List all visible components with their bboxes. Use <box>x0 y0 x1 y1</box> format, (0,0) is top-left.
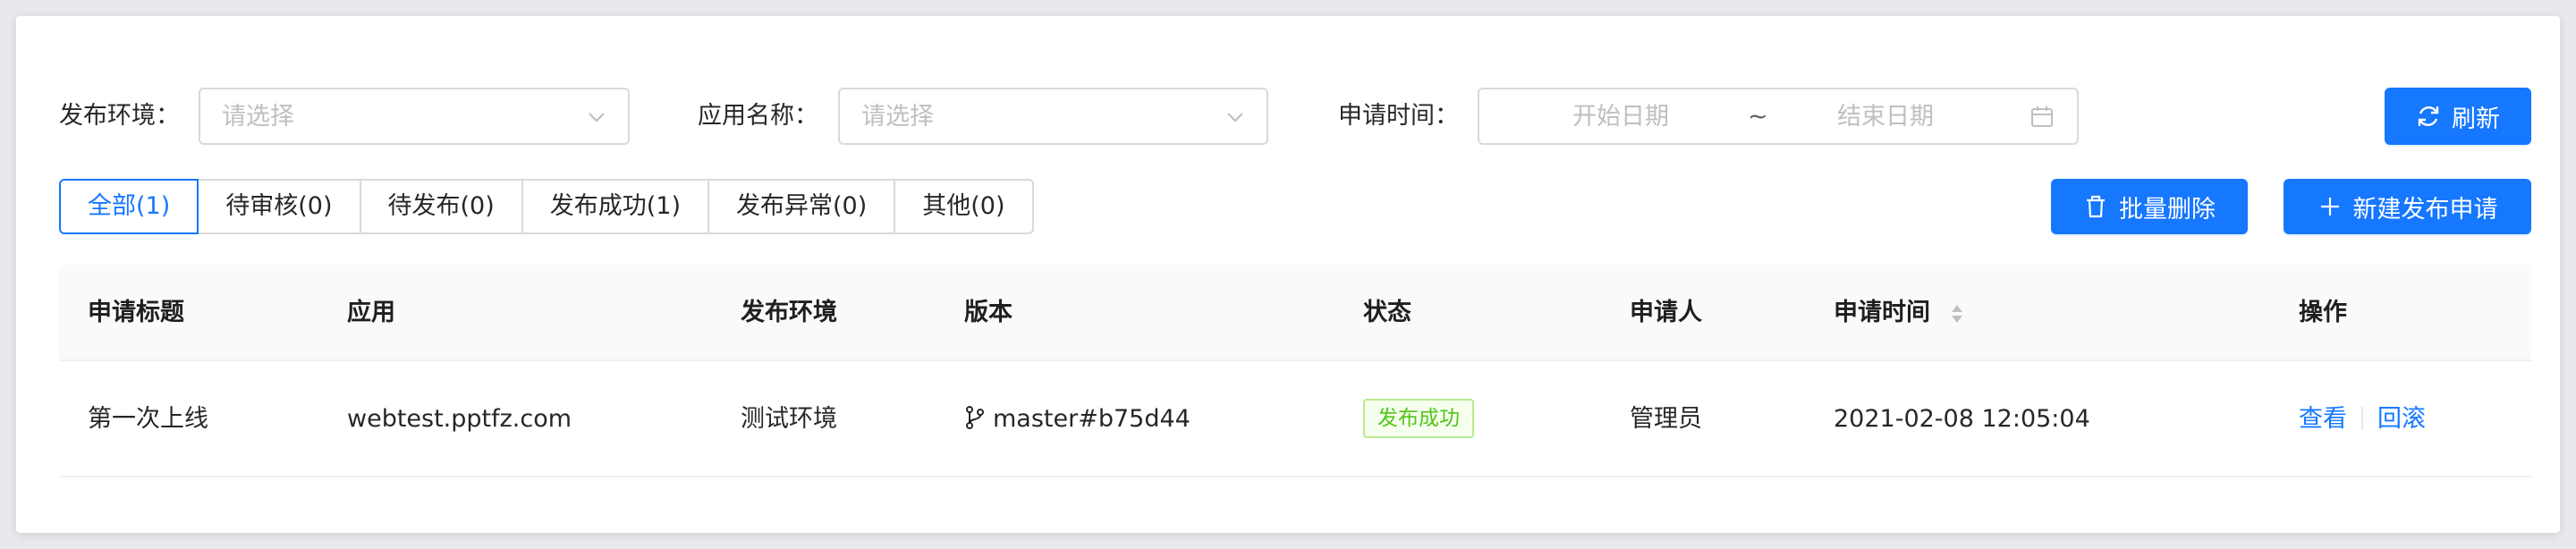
refresh-button[interactable]: 刷新 <box>2385 88 2531 145</box>
cell-applicant: 管理员 <box>1630 405 1702 433</box>
env-filter-label: 发布环境： <box>59 102 180 130</box>
cell-env: 测试环境 <box>741 405 837 433</box>
range-separator: ~ <box>1748 103 1768 131</box>
status-badge: 发布成功 <box>1363 399 1474 438</box>
cell-version-text: master#b75d44 <box>993 405 1191 433</box>
new-request-button[interactable]: 新建发布申请 <box>2284 179 2531 234</box>
rollback-link[interactable]: 回滚 <box>2377 405 2426 433</box>
refresh-button-label: 刷新 <box>2452 105 2500 132</box>
app-select-placeholder: 请选择 <box>861 103 934 131</box>
col-env: 发布环境 <box>741 299 837 326</box>
batch-delete-button[interactable]: 批量删除 <box>2051 179 2248 234</box>
env-select-placeholder: 请选择 <box>222 103 294 131</box>
col-app: 应用 <box>347 299 395 326</box>
date-range-picker[interactable]: 开始日期 ~ 结束日期 <box>1478 88 2079 145</box>
col-version: 版本 <box>964 299 1013 326</box>
end-date-input[interactable]: 结束日期 <box>1837 101 1934 133</box>
start-date-input[interactable]: 开始日期 <box>1572 101 1669 133</box>
col-actions: 操作 <box>2299 299 2347 326</box>
col-time: 申请时间 <box>1834 299 1930 326</box>
cell-app: webtest.pptfz.com <box>347 405 572 433</box>
tab-other[interactable]: 其他(0) <box>894 179 1034 234</box>
table-header: 申请标题 应用 发布环境 版本 状态 申请人 申请时间 操作 <box>59 265 2531 361</box>
refresh-icon <box>2418 106 2439 126</box>
cell-actions: 查看 回滚 <box>2299 403 2426 435</box>
publish-requests-panel: 发布环境： 请选择 应用名称： 请选择 申请时间： 开始日期 ~ 结束日期 刷新… <box>16 16 2560 533</box>
batch-delete-label: 批量删除 <box>2119 195 2216 223</box>
plus-icon <box>2320 198 2339 215</box>
trash-icon <box>2087 195 2105 218</box>
col-title: 申请标题 <box>88 299 184 326</box>
col-applicant: 申请人 <box>1630 299 1702 326</box>
requests-table: 申请标题 应用 发布环境 版本 状态 申请人 申请时间 操作 第一次上线 web… <box>59 265 2531 477</box>
table-row: 第一次上线 webtest.pptfz.com 测试环境 master#b75d… <box>59 361 2531 477</box>
app-select[interactable]: 请选择 <box>838 88 1268 145</box>
chevron-down-icon <box>1227 113 1243 122</box>
col-time-header[interactable]: 申请时间 <box>1834 297 1963 329</box>
calendar-icon <box>2031 106 2053 127</box>
cell-time: 2021-02-08 12:05:04 <box>1834 405 2090 433</box>
view-link[interactable]: 查看 <box>2299 405 2347 433</box>
sort-icon[interactable] <box>1951 302 1963 325</box>
tab-pending-review[interactable]: 待审核(0) <box>197 179 361 234</box>
tab-publish-success[interactable]: 发布成功(1) <box>521 179 709 234</box>
col-status: 状态 <box>1363 299 1411 326</box>
tab-pending-publish[interactable]: 待发布(0) <box>359 179 523 234</box>
new-request-label: 新建发布申请 <box>2352 195 2498 223</box>
action-divider <box>2361 407 2363 430</box>
tab-publish-error[interactable]: 发布异常(0) <box>708 179 896 234</box>
chevron-down-icon <box>589 113 605 122</box>
cell-title: 第一次上线 <box>88 405 208 433</box>
env-select[interactable]: 请选择 <box>199 88 630 145</box>
cell-version: master#b75d44 <box>964 403 1191 435</box>
branch-icon <box>966 406 984 429</box>
tab-all[interactable]: 全部(1) <box>59 179 199 234</box>
app-filter-label: 应用名称： <box>698 102 818 130</box>
status-tabs: 全部(1) 待审核(0) 待发布(0) 发布成功(1) 发布异常(0) 其他(0… <box>59 179 1034 234</box>
time-filter-label: 申请时间： <box>1338 102 1459 130</box>
